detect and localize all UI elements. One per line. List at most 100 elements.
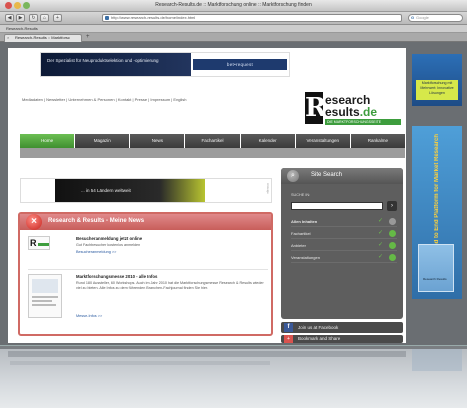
site-search-title: Site Search bbox=[311, 172, 343, 178]
search-placeholder: Google bbox=[416, 15, 429, 20]
magazine-text-line bbox=[32, 300, 52, 302]
tab-strip: × Research-Results :: Marktforsc + bbox=[0, 33, 467, 42]
mini-logo-icon: R bbox=[30, 238, 37, 248]
logo-tagline: DIE MARKTFORSCHUNGSSEITE bbox=[325, 119, 401, 125]
search-go-button[interactable]: › bbox=[387, 201, 397, 211]
close-tab-icon[interactable]: × bbox=[7, 35, 9, 41]
site-search-panel: ⌕ Site Search SUCHE IN: › Allen Inhalten… bbox=[281, 168, 403, 319]
logo-mark: R bbox=[305, 92, 327, 124]
facebook-button[interactable]: f Join us at Facebook bbox=[281, 322, 403, 333]
reflection-shape bbox=[10, 361, 270, 365]
right-top-ad-text: Marktforschung mit Mehrwert: Innovative … bbox=[416, 80, 458, 100]
reflection-shape bbox=[8, 351, 406, 357]
check-icon: ✓ bbox=[377, 218, 383, 224]
window-title: Research-Results.de :: Marktforschung on… bbox=[155, 2, 312, 8]
skyscraper-ad-cover-image: Research Results bbox=[418, 244, 454, 292]
search-scope-label: Anbieter bbox=[291, 243, 306, 248]
news-thumbnail-logo: R bbox=[28, 236, 50, 250]
new-tab-button[interactable]: + bbox=[86, 34, 90, 41]
top-banner-logo: bet•request bbox=[193, 59, 287, 70]
magazine-text-line bbox=[32, 304, 56, 306]
news-item[interactable]: Marktforschungsmesse 2010 - alle Infos R… bbox=[28, 274, 268, 332]
close-x-icon[interactable]: × bbox=[26, 214, 42, 230]
tab-label: Research-Results :: Marktforsc bbox=[15, 35, 70, 40]
search-scope-fachartikel[interactable]: Fachartikel ✓ bbox=[291, 228, 397, 239]
news-item[interactable]: R Besucheranmeldung jetzt online Gut Fac… bbox=[28, 236, 268, 264]
search-scope-label: Fachartikel bbox=[291, 231, 311, 236]
mini-logo-bar bbox=[38, 243, 49, 246]
nav-item-rankalme[interactable]: Rankalme bbox=[350, 134, 405, 148]
sub-nav-strip bbox=[20, 148, 405, 158]
radio-dot-icon[interactable] bbox=[389, 254, 396, 261]
logo-line-2a: esults bbox=[325, 105, 360, 119]
check-icon: ✓ bbox=[377, 230, 383, 236]
top-banner-text: Der Spezialist für Neuproduktselektion u… bbox=[41, 53, 191, 76]
nav-item-veranstaltungen[interactable]: Veranstaltungen bbox=[295, 134, 350, 148]
search-scope-veranstaltungen[interactable]: Veranstaltungen ✓ bbox=[291, 252, 397, 263]
news-more-link[interactable]: Messe-Infos >> bbox=[76, 314, 102, 318]
facebook-label: Join us at Facebook bbox=[298, 325, 339, 330]
magazine-cover-image bbox=[32, 279, 58, 293]
main-nav: Home Magazin News Fachartikel Kalender V… bbox=[20, 134, 405, 148]
check-icon: ✓ bbox=[377, 254, 383, 260]
nav-item-kalender[interactable]: Kalender bbox=[240, 134, 295, 148]
search-scope-label: Veranstaltungen bbox=[291, 255, 320, 260]
bookmark-item[interactable]: Research-Results bbox=[6, 26, 38, 31]
radio-dot-icon[interactable] bbox=[389, 230, 396, 237]
mid-ad-banner[interactable]: ... in 54 Ländern weltweit Anzeige bbox=[20, 178, 272, 203]
news-panel: × Research & Results - Meine News R Besu… bbox=[18, 212, 273, 336]
address-bar[interactable]: http://www.research-results.de/home/inde… bbox=[102, 14, 402, 22]
browser-tab[interactable]: × Research-Results :: Marktforsc bbox=[4, 34, 82, 42]
reflection-shape bbox=[412, 349, 462, 371]
bookmark-label: Bookmark and Share bbox=[298, 336, 341, 341]
magnifier-icon: ⌕ bbox=[287, 170, 299, 182]
site-search-header: ⌕ Site Search bbox=[281, 168, 403, 184]
facebook-icon: f bbox=[284, 323, 293, 332]
news-body: Rund 180 Aussteller, 60 Workshops. Auch … bbox=[76, 281, 264, 290]
meta-links[interactable]: Mediadaten | Newsletter | Unternehmen & … bbox=[22, 97, 187, 102]
site-search-input[interactable] bbox=[291, 202, 383, 210]
window-reflection bbox=[0, 349, 467, 408]
web-page: Der Spezialist für Neuproduktselektion u… bbox=[0, 42, 467, 345]
divider bbox=[28, 269, 268, 270]
news-thumbnail-magazine bbox=[28, 274, 62, 318]
news-more-link[interactable]: Besucheranmeldung >> bbox=[76, 250, 116, 254]
site-container: Der Spezialist für Neuproduktselektion u… bbox=[8, 48, 406, 343]
news-headline[interactable]: Besucheranmeldung jetzt online bbox=[76, 236, 142, 241]
radio-dot-icon[interactable] bbox=[389, 218, 396, 225]
bookmark-share-button[interactable]: + Bookmark and Share bbox=[281, 335, 403, 343]
bookmarks-bar: Research-Results bbox=[0, 25, 467, 33]
top-ad-banner[interactable]: Der Spezialist für Neuproduktselektion u… bbox=[40, 52, 290, 77]
news-title: Research & Results - Meine News bbox=[48, 218, 145, 224]
site-favicon-icon bbox=[105, 16, 109, 20]
title-bar: Research-Results.de :: Marktforschung on… bbox=[0, 0, 467, 12]
check-icon: ✓ bbox=[377, 242, 383, 248]
skyscraper-cover-label: Research Results bbox=[423, 277, 447, 281]
news-header: × Research & Results - Meine News bbox=[20, 214, 271, 230]
search-scope-anbieter[interactable]: Anbieter ✓ bbox=[291, 240, 397, 251]
logo-line-2b: .de bbox=[359, 105, 378, 119]
browser-window: Research-Results.de :: Marktforschung on… bbox=[0, 0, 467, 345]
back-button[interactable]: ◀ bbox=[5, 14, 14, 22]
right-top-ad[interactable]: Marktforschung mit Mehrwert: Innovative … bbox=[412, 54, 462, 106]
nav-item-home[interactable]: Home bbox=[20, 134, 75, 148]
search-scope-all[interactable]: Allen Inhalten ✓ bbox=[291, 216, 397, 227]
radio-dot-icon[interactable] bbox=[389, 242, 396, 249]
nav-item-magazin[interactable]: Magazin bbox=[75, 134, 130, 148]
magazine-text-line bbox=[32, 296, 58, 298]
news-headline[interactable]: Marktforschungsmesse 2010 - alle Infos bbox=[76, 274, 157, 279]
browser-toolbar: ◀ ▶ ↻ ⌂ + http://www.research-results.de… bbox=[0, 12, 467, 25]
home-button[interactable]: ⌂ bbox=[40, 14, 49, 22]
ad-label: Anzeige bbox=[266, 183, 270, 194]
logo-line-2: esults.de bbox=[325, 106, 377, 118]
add-bookmark-button[interactable]: + bbox=[53, 14, 62, 22]
forward-button[interactable]: ▶ bbox=[16, 14, 25, 22]
right-skyscraper-ad[interactable]: The End to End Platform for Market Resea… bbox=[412, 126, 462, 299]
news-body: Gut Fachbesucher kostenlos anmelden bbox=[76, 243, 141, 247]
nav-item-news[interactable]: News bbox=[130, 134, 185, 148]
site-logo[interactable]: R esearch esults.de DIE MARKTFORSCHUNGSS… bbox=[305, 92, 403, 130]
nav-item-fachartikel[interactable]: Fachartikel bbox=[185, 134, 240, 148]
browser-search-field[interactable]: G Google bbox=[408, 14, 463, 22]
google-icon: G bbox=[411, 15, 415, 20]
reload-button[interactable]: ↻ bbox=[29, 14, 38, 22]
